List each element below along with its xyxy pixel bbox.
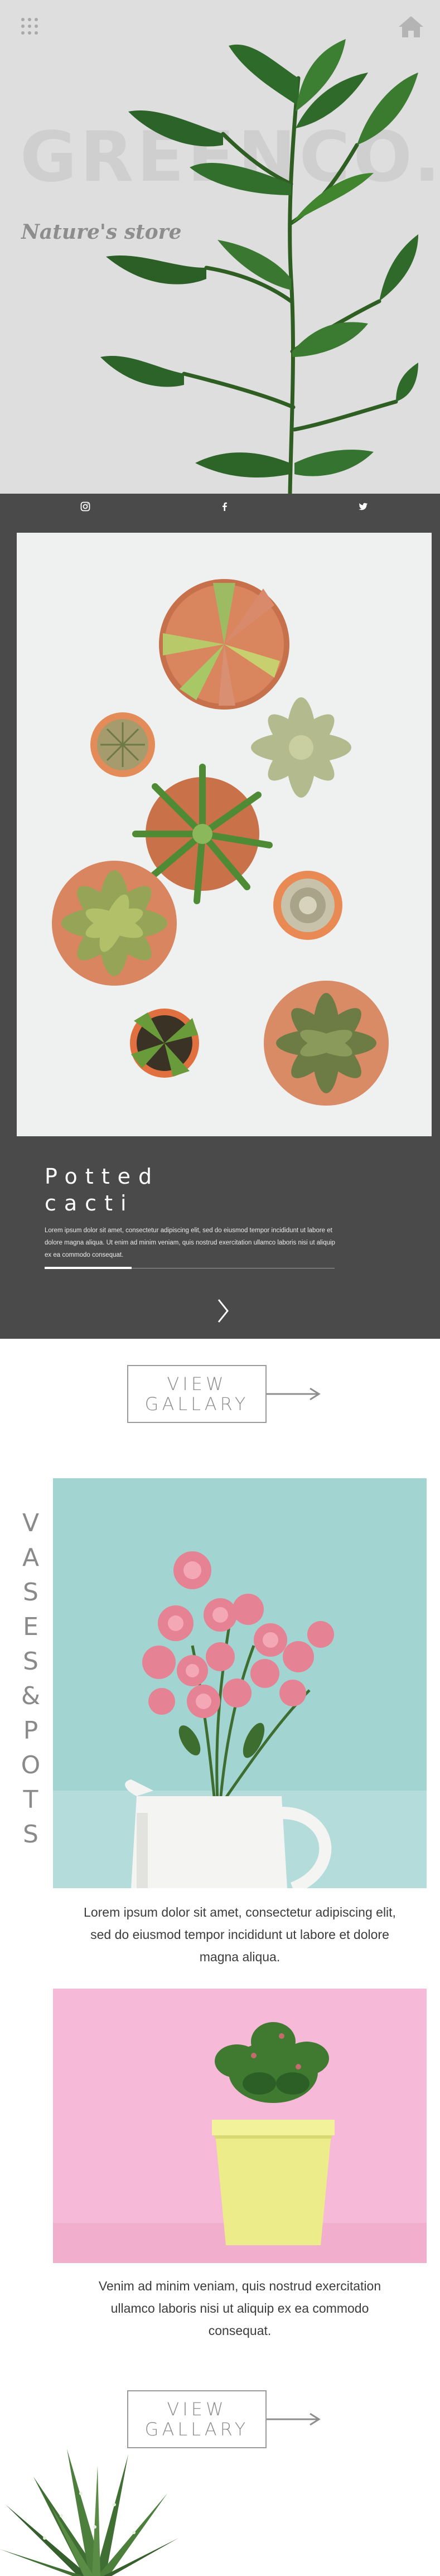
twitter-icon[interactable] xyxy=(358,501,368,512)
view-gallery-line-2: GALLARY xyxy=(144,2419,249,2440)
view-gallery-box: VIEW GALLARY xyxy=(127,1365,267,1423)
vertical-label-letter: T xyxy=(23,1786,38,1814)
social-bar xyxy=(0,494,440,519)
view-gallery-line-1: VIEW xyxy=(167,1373,227,1395)
view-gallery-button-2[interactable]: VIEW GALLARY xyxy=(127,2390,322,2448)
vertical-label-letter: & xyxy=(21,1682,41,1710)
vase-flowers-image xyxy=(53,1478,427,1888)
grid-dots-icon[interactable] xyxy=(20,17,39,36)
hero-section: GREENCO. Nature's store xyxy=(0,0,440,494)
vases-and-pots-label: V A S E S & P O T S xyxy=(17,1506,45,1852)
yellow-pot-plant-image xyxy=(53,1989,427,2263)
view-gallery-box: VIEW GALLARY xyxy=(127,2390,267,2448)
featured-card-section: Potted cacti Lorem ipsum dolor sit amet,… xyxy=(0,494,440,1339)
card-title-line-2: cacti xyxy=(45,1191,134,1215)
vertical-label-letter: O xyxy=(21,1751,41,1779)
view-gallery-line-2: GALLARY xyxy=(144,1393,249,1415)
vases-paragraph-1: Lorem ipsum dolor sit amet, consectetur … xyxy=(84,1905,396,1964)
vertical-label-letter: S xyxy=(23,1820,38,1849)
card-title: Potted cacti xyxy=(45,1163,323,1217)
potted-cacti-image xyxy=(17,533,432,1136)
instagram-icon[interactable] xyxy=(80,501,90,512)
vertical-label-letter: P xyxy=(23,1716,38,1745)
facebook-icon[interactable] xyxy=(220,501,230,512)
arrow-right-icon xyxy=(267,1387,321,1401)
rubber-plant-image xyxy=(100,39,418,494)
vertical-label-letter: S xyxy=(23,1578,38,1607)
aloe-plant-image xyxy=(0,2449,178,2576)
card-title-line-1: Potted xyxy=(45,1164,160,1189)
card-description: Lorem ipsum dolor sit amet, consectetur … xyxy=(45,1227,335,1258)
vertical-label-letter: A xyxy=(22,1543,40,1572)
card-progress-fill xyxy=(45,1267,132,1269)
vertical-label-letter: S xyxy=(23,1647,38,1676)
vertical-label-letter: E xyxy=(23,1613,38,1641)
view-gallery-line-1: VIEW xyxy=(167,2399,227,2420)
vases-paragraph-2: Venim ad minim veniam, quis nostrud exer… xyxy=(98,2279,381,2338)
home-icon[interactable] xyxy=(397,15,425,39)
arrow-right-icon xyxy=(267,2413,321,2426)
vertical-label-letter: V xyxy=(22,1509,40,1537)
view-gallery-button-1[interactable]: VIEW GALLARY xyxy=(127,1365,322,1423)
chevron-right-icon[interactable] xyxy=(212,1294,234,1328)
